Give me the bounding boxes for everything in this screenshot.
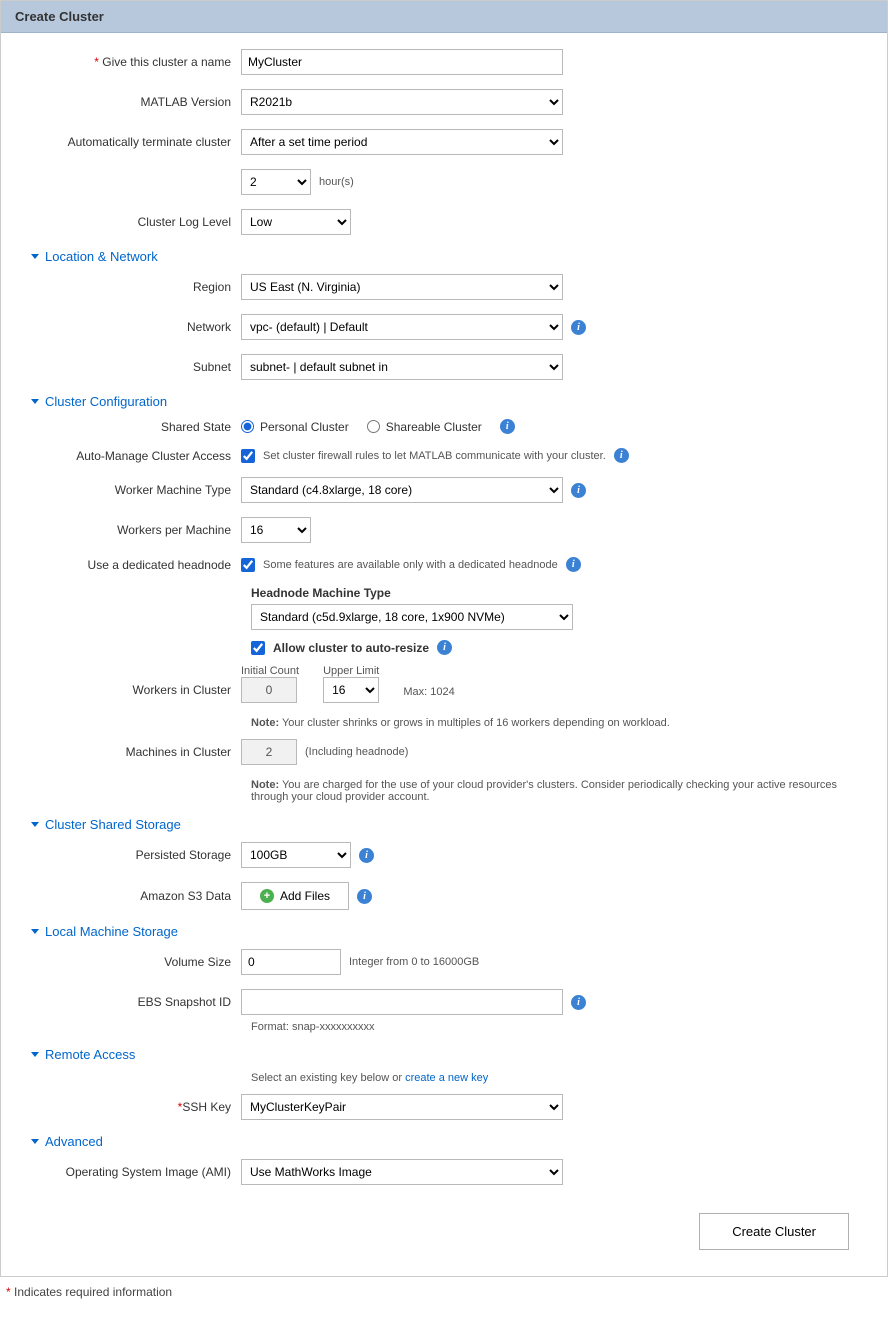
info-icon[interactable]: i	[437, 640, 452, 655]
ssh-key-select[interactable]: MyClusterKeyPair	[241, 1094, 563, 1120]
ebs-hint: Format: snap-xxxxxxxxxx	[251, 1021, 867, 1033]
info-icon[interactable]: i	[357, 889, 372, 904]
max-label: Max: 1024	[403, 686, 454, 698]
page-title: Create Cluster	[1, 1, 887, 33]
auto-terminate-label: Automatically terminate cluster	[21, 135, 241, 149]
matlab-version-label: MATLAB Version	[21, 95, 241, 109]
plus-icon: +	[260, 889, 274, 903]
initial-count-input	[241, 677, 297, 703]
machines-note: Note: You are charged for the use of you…	[251, 779, 861, 803]
hours-select[interactable]: 2	[241, 169, 311, 195]
info-icon[interactable]: i	[359, 848, 374, 863]
volume-size-label: Volume Size	[21, 955, 241, 969]
shared-state-label: Shared State	[21, 420, 241, 434]
log-level-select[interactable]: Low	[241, 209, 351, 235]
headnode-desc: Some features are available only with a …	[263, 559, 558, 571]
radio-personal-cluster[interactable]: Personal Cluster	[241, 420, 349, 434]
section-remote-access[interactable]: Remote Access	[31, 1047, 867, 1062]
workers-in-cluster-label: Workers in Cluster	[21, 665, 241, 697]
chevron-down-icon	[31, 822, 39, 827]
auto-manage-checkbox[interactable]	[241, 449, 255, 463]
s3-data-label: Amazon S3 Data	[21, 889, 241, 903]
create-cluster-button[interactable]: Create Cluster	[699, 1213, 849, 1250]
ssh-key-label: *SSH Key	[21, 1100, 241, 1114]
cluster-name-label: * Give this cluster a name	[21, 55, 241, 69]
chevron-down-icon	[31, 1139, 39, 1144]
region-label: Region	[21, 280, 241, 294]
chevron-down-icon	[31, 399, 39, 404]
auto-resize-checkbox[interactable]	[251, 641, 265, 655]
subnet-select[interactable]: subnet- | default subnet in	[241, 354, 563, 380]
machines-in-cluster-label: Machines in Cluster	[21, 745, 241, 759]
info-icon[interactable]: i	[500, 419, 515, 434]
upper-limit-select[interactable]: 16	[323, 677, 379, 703]
dedicated-headnode-checkbox[interactable]	[241, 558, 255, 572]
region-select[interactable]: US East (N. Virginia)	[241, 274, 563, 300]
cluster-name-input[interactable]	[241, 49, 563, 75]
log-level-label: Cluster Log Level	[21, 215, 241, 229]
info-icon[interactable]: i	[571, 320, 586, 335]
chevron-down-icon	[31, 929, 39, 934]
radio-shareable-cluster[interactable]: Shareable Cluster	[367, 420, 482, 434]
initial-count-label: Initial Count	[241, 665, 299, 677]
network-select[interactable]: vpc- (default) | Default	[241, 314, 563, 340]
auto-resize-label: Allow cluster to auto-resize	[273, 641, 429, 655]
persisted-storage-label: Persisted Storage	[21, 848, 241, 862]
auto-manage-desc: Set cluster firewall rules to let MATLAB…	[263, 450, 606, 462]
chevron-down-icon	[31, 1052, 39, 1057]
add-files-button[interactable]: +Add Files	[241, 882, 349, 910]
info-icon[interactable]: i	[571, 995, 586, 1010]
workers-note: Note: Your cluster shrinks or grows in m…	[251, 717, 867, 729]
section-local-storage[interactable]: Local Machine Storage	[31, 924, 867, 939]
ebs-snapshot-label: EBS Snapshot ID	[21, 995, 241, 1009]
workers-per-machine-select[interactable]: 16	[241, 517, 311, 543]
required-note: * Indicates required information	[0, 1277, 888, 1299]
volume-size-hint: Integer from 0 to 16000GB	[349, 956, 479, 968]
ami-select[interactable]: Use MathWorks Image	[241, 1159, 563, 1185]
auto-manage-label: Auto-Manage Cluster Access	[21, 449, 241, 463]
worker-machine-type-label: Worker Machine Type	[21, 483, 241, 497]
persisted-storage-select[interactable]: 100GB	[241, 842, 351, 868]
section-advanced[interactable]: Advanced	[31, 1134, 867, 1149]
ami-label: Operating System Image (AMI)	[21, 1165, 241, 1179]
info-icon[interactable]: i	[614, 448, 629, 463]
volume-size-input[interactable]	[241, 949, 341, 975]
create-new-key-link[interactable]: create a new key	[405, 1072, 488, 1084]
info-icon[interactable]: i	[566, 557, 581, 572]
dedicated-headnode-label: Use a dedicated headnode	[21, 558, 241, 572]
auto-terminate-select[interactable]: After a set time period	[241, 129, 563, 155]
section-location-network[interactable]: Location & Network	[31, 249, 867, 264]
section-shared-storage[interactable]: Cluster Shared Storage	[31, 817, 867, 832]
hours-suffix: hour(s)	[319, 176, 354, 188]
headnode-type-select[interactable]: Standard (c5d.9xlarge, 18 core, 1x900 NV…	[251, 604, 573, 630]
worker-machine-type-select[interactable]: Standard (c4.8xlarge, 18 core)	[241, 477, 563, 503]
workers-per-machine-label: Workers per Machine	[21, 523, 241, 537]
chevron-down-icon	[31, 254, 39, 259]
machines-in-cluster-input	[241, 739, 297, 765]
matlab-version-select[interactable]: R2021b	[241, 89, 563, 115]
subnet-label: Subnet	[21, 360, 241, 374]
upper-limit-label: Upper Limit	[323, 665, 379, 677]
info-icon[interactable]: i	[571, 483, 586, 498]
headnode-type-label: Headnode Machine Type	[251, 586, 867, 600]
ssh-hint: Select an existing key below or create a…	[251, 1072, 867, 1084]
ebs-snapshot-input[interactable]	[241, 989, 563, 1015]
machines-suffix: (Including headnode)	[305, 746, 408, 758]
network-label: Network	[21, 320, 241, 334]
section-cluster-config[interactable]: Cluster Configuration	[31, 394, 867, 409]
